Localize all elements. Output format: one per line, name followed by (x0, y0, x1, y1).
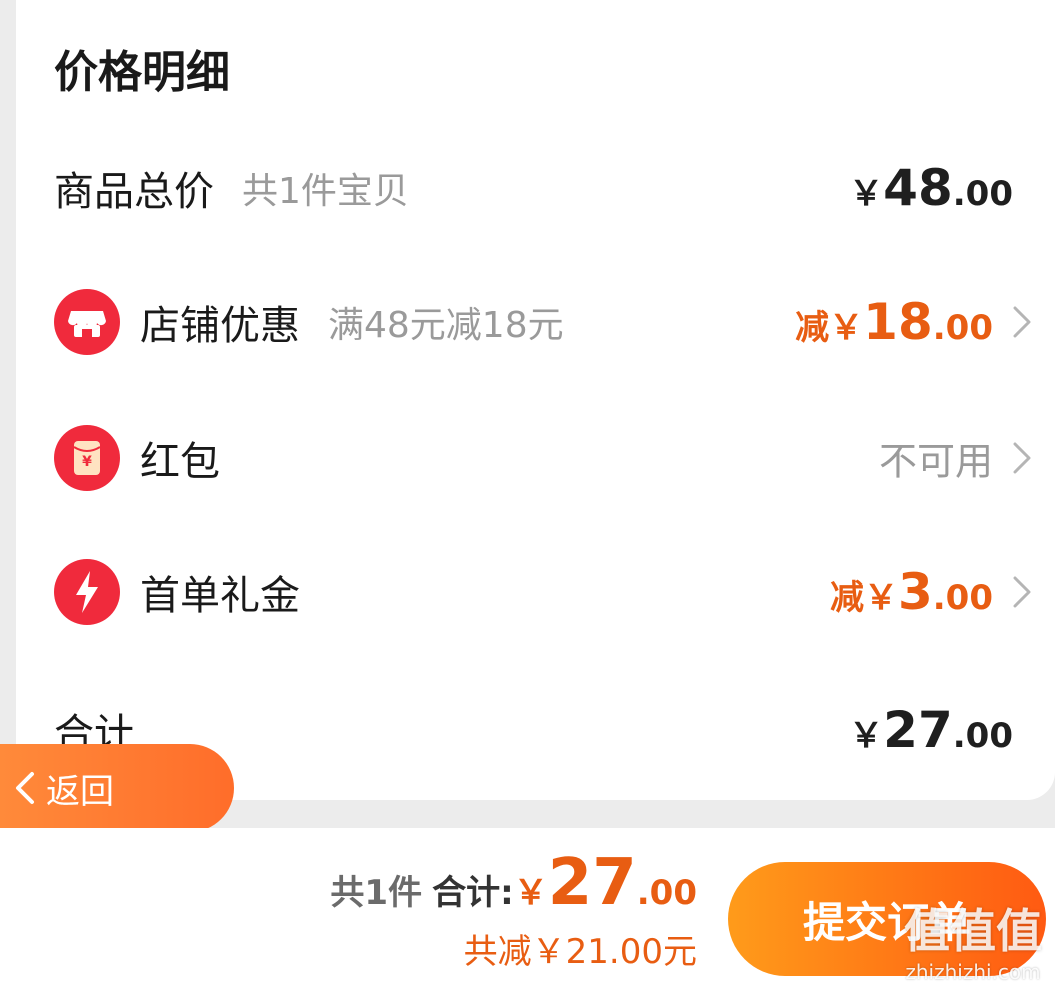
first-order-gift-row[interactable]: 首单礼金 减￥3.00 (16, 552, 1055, 632)
amount-decimal: .00 (932, 308, 993, 348)
amount-decimal: .00 (932, 578, 993, 618)
savings-note: 共减￥21.00元 (463, 932, 697, 972)
amount-integer: 18 (863, 293, 933, 351)
first-order-gift-amount: 减￥3.00 (830, 563, 993, 621)
currency-symbol: ￥ (829, 308, 864, 348)
currency-symbol: ￥ (849, 174, 884, 214)
watermark-url: zhizhizhi.com (905, 960, 1041, 984)
amount-integer: 48 (883, 159, 953, 217)
goods-total-label: 商品总价 (54, 169, 214, 215)
shop-discount-amount: 减￥18.00 (795, 293, 993, 351)
back-button-label: 返回 (46, 771, 114, 812)
shop-discount-rule: 满48元减18元 (328, 305, 564, 346)
total-amount: ￥27.00 (849, 701, 1013, 759)
first-order-gift-label: 首单礼金 (140, 573, 300, 619)
total-decimal: .00 (636, 873, 697, 913)
shop-discount-label: 店铺优惠 (140, 303, 300, 349)
currency-symbol: ￥ (513, 873, 548, 913)
item-count: 共1件 (330, 873, 423, 913)
chevron-right-icon (1011, 574, 1033, 610)
lightning-icon (54, 559, 120, 625)
chevron-left-icon (12, 770, 38, 806)
goods-total-row: 商品总价 共1件宝贝 ￥48.00 (16, 148, 1055, 228)
order-summary: 共1件 合计:￥27.00 (330, 846, 697, 920)
total-label: 合计: (432, 873, 514, 913)
shop-icon (54, 289, 120, 355)
site-watermark: 值值值 zhizhizhi.com (898, 902, 1048, 992)
svg-text:¥: ¥ (82, 454, 92, 470)
discount-prefix: 减 (829, 578, 864, 618)
chevron-right-icon (1011, 440, 1033, 476)
currency-symbol: ￥ (849, 716, 884, 756)
discount-prefix: 减 (795, 308, 830, 348)
price-detail-card: 价格明细 商品总价 共1件宝贝 ￥48.00 店铺优惠 满48元减18元 减￥1… (16, 0, 1055, 800)
red-packet-icon: ¥ (54, 425, 120, 491)
watermark-logo: 值值值 (904, 904, 1042, 958)
red-packet-label: 红包 (140, 439, 220, 485)
checkout-bar: 共1件 合计:￥27.00 共减￥21.00元 提交订单 (0, 828, 1055, 997)
total-integer: 27 (547, 846, 637, 920)
red-packet-row[interactable]: ¥ 红包 不可用 (16, 418, 1055, 498)
amount-decimal: .00 (952, 716, 1013, 756)
amount-decimal: .00 (952, 174, 1013, 214)
back-button[interactable]: 返回 (0, 744, 234, 832)
goods-total-amount: ￥48.00 (849, 159, 1013, 217)
amount-integer: 27 (883, 701, 953, 759)
shop-discount-row[interactable]: 店铺优惠 满48元减18元 减￥18.00 (16, 282, 1055, 362)
amount-integer: 3 (897, 563, 933, 621)
chevron-right-icon (1011, 304, 1033, 340)
currency-symbol: ￥ (863, 578, 898, 618)
page-title: 价格明细 (54, 47, 230, 98)
red-packet-status: 不可用 (878, 439, 993, 484)
goods-count-note: 共1件宝贝 (242, 171, 409, 212)
